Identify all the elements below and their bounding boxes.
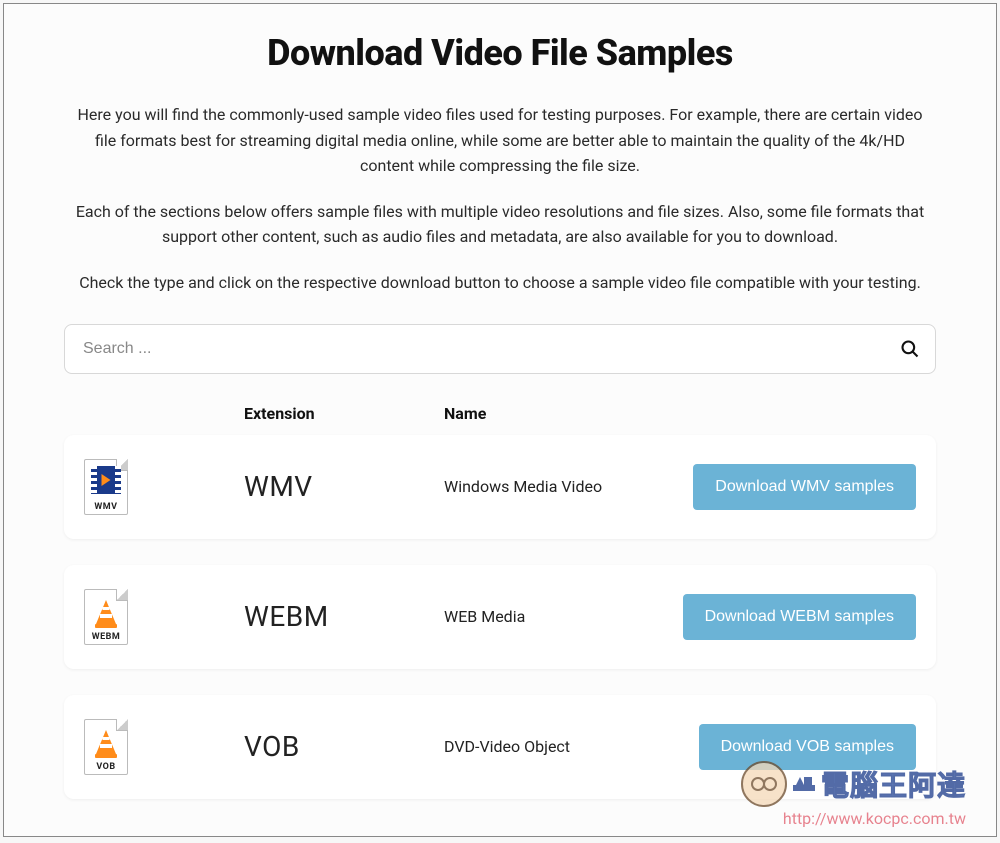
column-header-extension: Extension <box>244 404 444 423</box>
search-icon[interactable] <box>900 339 920 359</box>
search-bar <box>64 324 936 374</box>
file-icon-vob: VOB <box>84 719 128 775</box>
page-title: Download Video File Samples <box>64 32 936 74</box>
extension-text: WMV <box>244 470 313 503</box>
file-icon-wmv: WMV <box>84 459 128 515</box>
file-icon-label: VOB <box>85 762 127 772</box>
table-row: VOB VOB DVD-Video Object Download VOB sa… <box>64 695 936 799</box>
file-icon-label: WEBM <box>85 632 127 642</box>
file-icon-label: WMV <box>85 502 127 512</box>
format-name-text: WEB Media <box>444 607 525 626</box>
file-icon-webm: WEBM <box>84 589 128 645</box>
column-header-name: Name <box>444 404 656 423</box>
extension-text: VOB <box>244 730 300 763</box>
download-button[interactable]: Download WEBM samples <box>683 594 916 640</box>
table-row: WEBM WEBM WEB Media Download WEBM sample… <box>64 565 936 669</box>
format-name-text: DVD-Video Object <box>444 737 570 756</box>
search-input[interactable] <box>64 324 936 374</box>
download-button[interactable]: Download VOB samples <box>699 724 916 770</box>
intro-paragraph-3: Check the type and click on the respecti… <box>70 270 930 296</box>
format-name-text: Windows Media Video <box>444 477 602 496</box>
download-button[interactable]: Download WMV samples <box>693 464 916 510</box>
extension-text: WEBM <box>244 600 329 633</box>
table-row: WMV WMV Windows Media Video Download WMV… <box>64 435 936 539</box>
table-header: Extension Name <box>64 404 936 435</box>
intro-paragraph-2: Each of the sections below offers sample… <box>70 199 930 250</box>
intro-paragraph-1: Here you will find the commonly-used sam… <box>70 102 930 179</box>
